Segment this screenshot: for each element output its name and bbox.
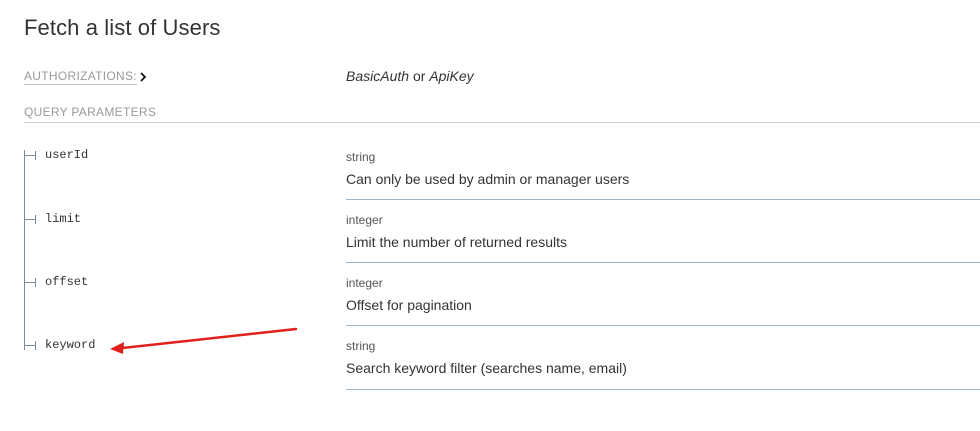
param-detail-limit: integer Limit the number of returned res…	[346, 213, 980, 263]
tree-branch-cap	[35, 215, 36, 224]
param-type: string	[346, 150, 376, 164]
param-detail-keyword: string Search keyword filter (searches n…	[346, 339, 980, 390]
tree-branch-cap	[35, 341, 36, 350]
param-detail-offset: integer Offset for pagination	[346, 276, 980, 326]
tree-branch-cap	[35, 278, 36, 287]
param-description: Offset for pagination	[346, 297, 472, 313]
param-name-userId: userId	[45, 148, 89, 162]
param-type: string	[346, 339, 376, 353]
authorization-schemes: BasicAuth or ApiKey	[346, 68, 474, 84]
chevron-right-icon[interactable]	[138, 70, 148, 84]
section-divider	[24, 122, 980, 123]
parameter-tree-line	[24, 150, 25, 350]
param-description: Can only be used by admin or manager use…	[346, 171, 630, 187]
page-title: Fetch a list of Users	[24, 15, 221, 40]
param-name-offset: offset	[45, 275, 89, 289]
param-name-limit: limit	[45, 212, 82, 226]
param-type: integer	[346, 276, 383, 290]
auth-separator: or	[412, 68, 426, 84]
param-description: Limit the number of returned results	[346, 234, 567, 250]
auth-scheme-basic[interactable]: BasicAuth	[346, 68, 409, 84]
param-detail-userId: string Can only be used by admin or mana…	[346, 150, 980, 200]
param-type: integer	[346, 213, 383, 227]
tree-branch-cap	[35, 151, 36, 160]
auth-scheme-apikey[interactable]: ApiKey	[429, 68, 473, 84]
param-name-keyword: keyword	[45, 338, 96, 352]
authorizations-toggle[interactable]: AUTHORIZATIONS:	[24, 69, 137, 85]
query-parameters-heading: QUERY PARAMETERS	[24, 105, 157, 119]
param-description: Search keyword filter (searches name, em…	[346, 360, 627, 376]
